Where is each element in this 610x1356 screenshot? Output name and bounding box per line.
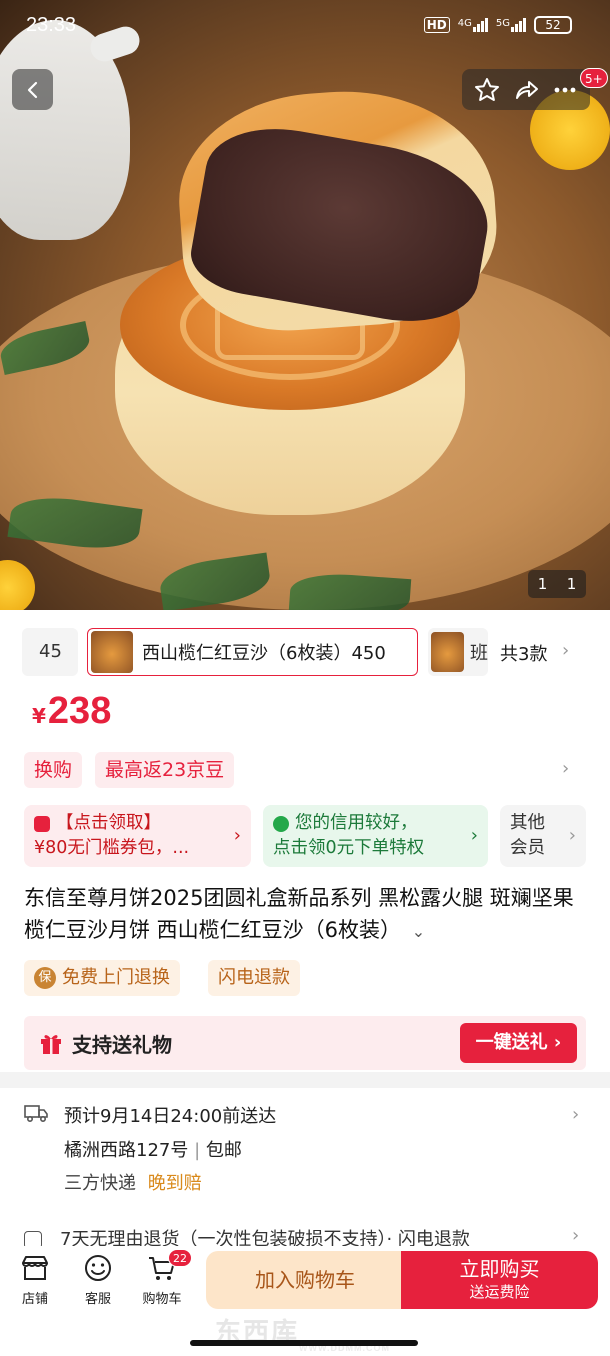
- delivery-shipping: 包邮: [205, 1140, 242, 1161]
- buy-now-sublabel: 送运费险: [469, 1283, 530, 1301]
- delivery-address: 橘洲西路127号: [64, 1140, 189, 1161]
- other-member-card[interactable]: 其他 会员 ›: [500, 805, 586, 867]
- top-actions: [462, 69, 590, 110]
- smile-icon: [85, 1255, 111, 1281]
- chevron-right-icon[interactable]: ›: [562, 640, 569, 661]
- message-badge: 5+: [580, 68, 608, 88]
- service-nav[interactable]: 客服: [68, 1254, 128, 1307]
- chevron-right-icon: ›: [470, 825, 478, 846]
- add-to-cart-button[interactable]: 加入购物车: [206, 1251, 404, 1309]
- buy-now-button[interactable]: 立即购买 送运费险: [401, 1251, 598, 1309]
- member-line2: 会员: [510, 838, 545, 858]
- section-divider: [0, 1072, 610, 1088]
- credit-line1: 您的信用较好，: [295, 813, 418, 833]
- chevron-right-icon: ›: [233, 825, 241, 846]
- store-icon: [22, 1256, 48, 1280]
- delivery-eta: 预计9月14日24:00前送达: [64, 1106, 277, 1127]
- late-compensation: 晚到赔: [147, 1173, 202, 1194]
- cart-nav[interactable]: 22 购物车: [132, 1249, 192, 1307]
- delivery-address-line: 橘洲西路127号 | 包邮: [64, 1136, 242, 1162]
- image-counter-total: 1: [566, 575, 577, 593]
- gift-icon: [41, 1035, 61, 1054]
- variant-option-next[interactable]: 班: [428, 628, 488, 676]
- chevron-right-icon: ›: [572, 1225, 580, 1246]
- coupon-line1: 【点击领取】: [56, 813, 161, 833]
- image-counter-current: 1: [537, 575, 548, 593]
- price: ¥ 238: [32, 690, 111, 733]
- chevron-right-icon[interactable]: ›: [562, 758, 569, 779]
- signal-5g-icon: 5G: [496, 18, 526, 32]
- variant-count[interactable]: 共3款: [500, 640, 547, 666]
- coupon-icon: [34, 815, 50, 832]
- chevron-left-icon: [27, 81, 37, 98]
- variant-selector: 45 西山榄仁红豆沙（6枚装）450 班 共3款 ›: [0, 626, 610, 678]
- flower-decoration: [0, 560, 35, 610]
- jingdou-tag[interactable]: 最高返23京豆: [95, 752, 235, 788]
- shield-icon: 保: [34, 967, 56, 989]
- shop-label: 店铺: [21, 1292, 48, 1307]
- share-icon[interactable]: [512, 76, 540, 104]
- watermark: 东西库 WWW.DDMM.COM: [215, 1317, 390, 1353]
- product-title: 东信至尊月饼2025团圆礼盒新品系列 黑松露火腿 斑斓坚果 榄仁豆沙月饼 西山榄…: [24, 886, 574, 942]
- chevron-right-icon: ›: [568, 825, 576, 846]
- variant-selected-label: 西山榄仁红豆沙（6枚装）450: [142, 643, 386, 664]
- delivery-carrier: 三方快递: [64, 1173, 136, 1194]
- status-time: 23:33: [26, 14, 77, 36]
- variant-thumbnail: [91, 631, 133, 673]
- status-icons: HD 4G 5G 52: [423, 16, 572, 34]
- variant-thumbnail: [431, 632, 464, 672]
- status-bar: 23:33 HD 4G 5G 52: [0, 0, 610, 52]
- price-value: 238: [47, 690, 112, 732]
- chevron-right-icon: ›: [572, 1104, 580, 1125]
- truck-icon: [24, 1105, 48, 1123]
- free-return-service[interactable]: 保 免费上门退换: [24, 960, 180, 996]
- flash-refund-service[interactable]: 闪电退款: [208, 960, 300, 996]
- service-label: 客服: [84, 1292, 111, 1307]
- variant-option-selected[interactable]: 西山榄仁红豆沙（6枚装）450: [87, 628, 418, 676]
- delivery-separator: |: [188, 1140, 206, 1161]
- signal-4g-icon: 4G: [458, 18, 488, 32]
- variant-option-prev[interactable]: 45: [22, 628, 78, 676]
- credit-card[interactable]: 您的信用较好， 点击领0元下单特权 ›: [263, 805, 488, 867]
- battery-icon: 52: [534, 16, 572, 34]
- cart-label: 购物车: [142, 1292, 182, 1307]
- gift-label: 支持送礼物: [72, 1032, 172, 1057]
- shop-nav[interactable]: 店铺: [5, 1254, 65, 1307]
- chevron-down-icon[interactable]: ⌄: [412, 922, 425, 941]
- gift-bar: 支持送礼物 一键送礼 ›: [24, 1016, 586, 1070]
- variant-next-label: 班: [470, 643, 488, 664]
- home-indicator[interactable]: [190, 1340, 418, 1346]
- delivery-carrier-line: 三方快递 晚到赔: [64, 1169, 202, 1195]
- hd-indicator: HD: [423, 17, 450, 33]
- shield-check-icon: [273, 815, 289, 832]
- bottom-action-bar: 店铺 客服 22 购物车 加入购物车 立即购买 送运费险: [0, 1246, 610, 1322]
- member-line1: 其他: [510, 813, 545, 833]
- cart-count-badge: 22: [168, 1249, 192, 1267]
- back-button[interactable]: [12, 69, 53, 110]
- product-image[interactable]: 23:33 HD 4G 5G 52 5+ 1 1: [0, 0, 610, 610]
- send-gift-button[interactable]: 一键送礼 ›: [460, 1023, 577, 1063]
- image-counter: 1 1: [528, 570, 586, 598]
- exchange-tag[interactable]: 换购: [24, 752, 83, 788]
- coupon-line2: ¥80无门槛券包，...: [34, 838, 190, 858]
- more-icon[interactable]: [551, 76, 579, 104]
- price-currency: ¥: [32, 704, 46, 728]
- star-icon[interactable]: [473, 76, 501, 104]
- coupon-pack-card[interactable]: 【点击领取】 ¥80无门槛券包，... ›: [24, 805, 251, 867]
- buy-now-label: 立即购买: [459, 1257, 540, 1281]
- credit-line2: 点击领0元下单特权: [273, 838, 425, 858]
